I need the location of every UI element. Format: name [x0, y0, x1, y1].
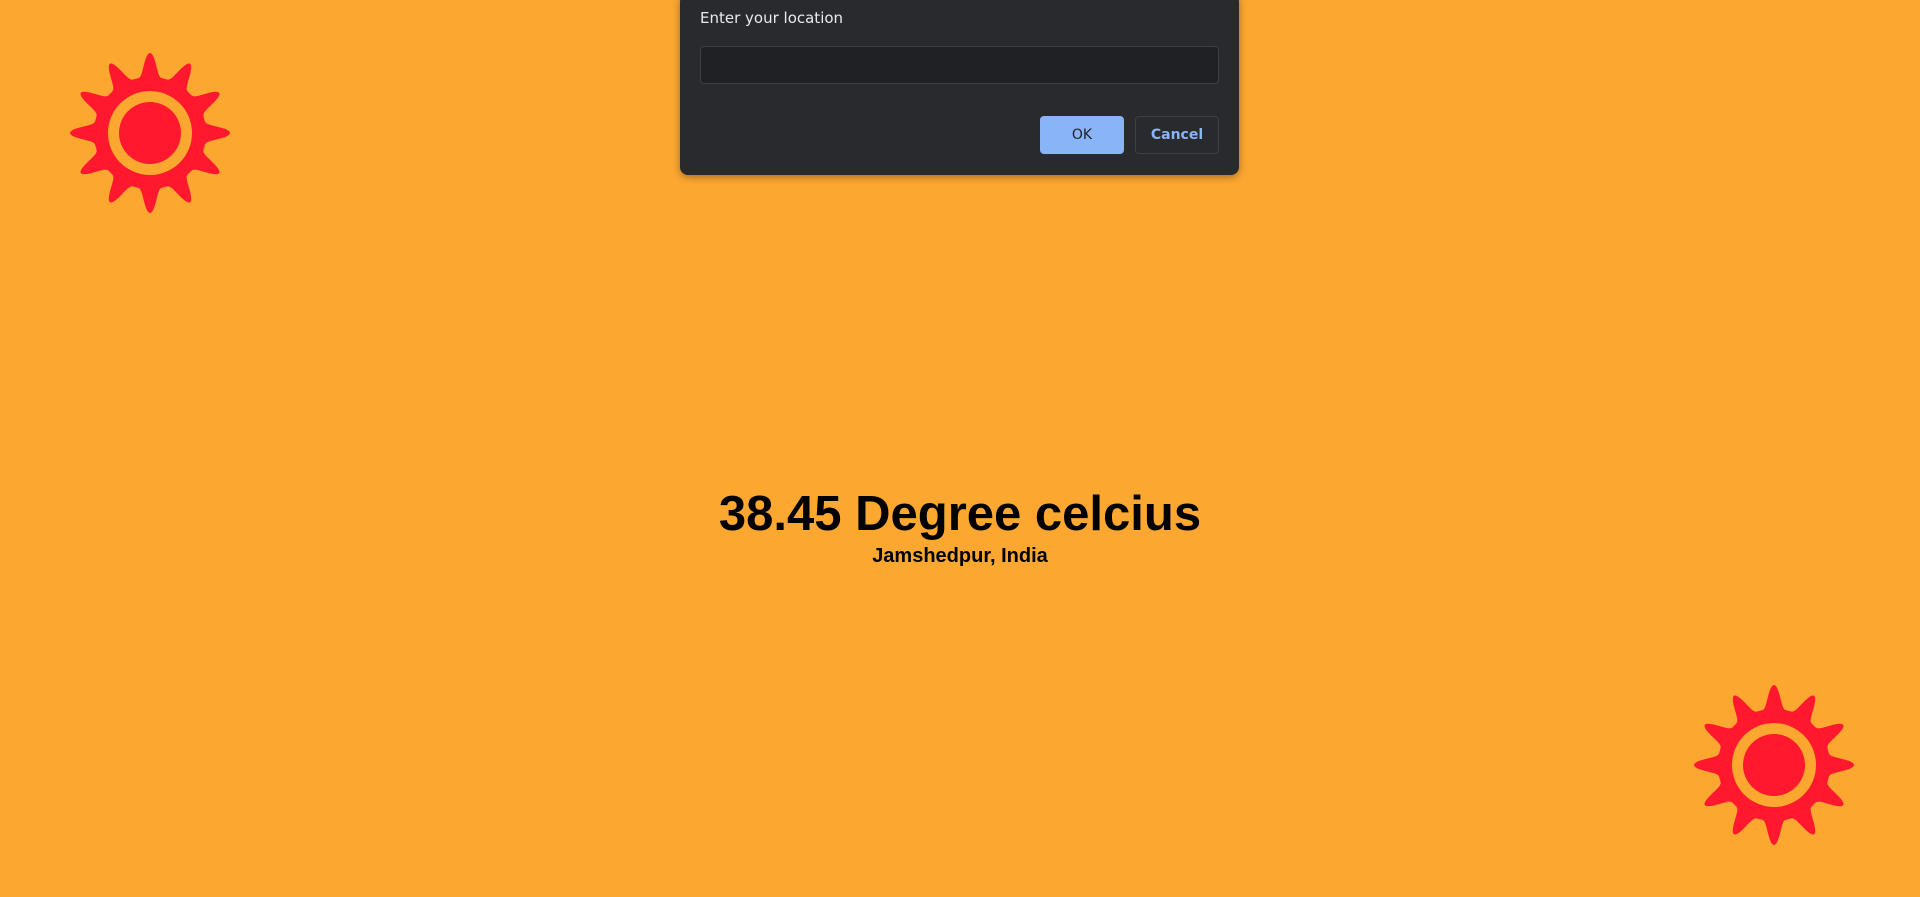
sun-icon — [1694, 683, 1854, 847]
location-input[interactable] — [700, 46, 1219, 84]
sun-icon-graphic — [1694, 685, 1854, 845]
dialog-message: Enter your location — [700, 9, 844, 27]
location-prompt-dialog: Enter your location OK Cancel — [680, 0, 1239, 175]
sun-core — [119, 102, 181, 164]
ok-button[interactable]: OK — [1040, 116, 1124, 154]
sun-icon-graphic — [70, 53, 230, 213]
sun-icon — [70, 51, 230, 215]
sun-core — [1743, 734, 1805, 796]
location-label: Jamshedpur, India — [872, 545, 1048, 567]
cancel-button[interactable]: Cancel — [1135, 116, 1219, 154]
weather-display: 38.45 Degree celcius Jamshedpur, India — [0, 484, 1920, 568]
temperature-reading: 38.45 Degree celcius — [718, 487, 1202, 541]
